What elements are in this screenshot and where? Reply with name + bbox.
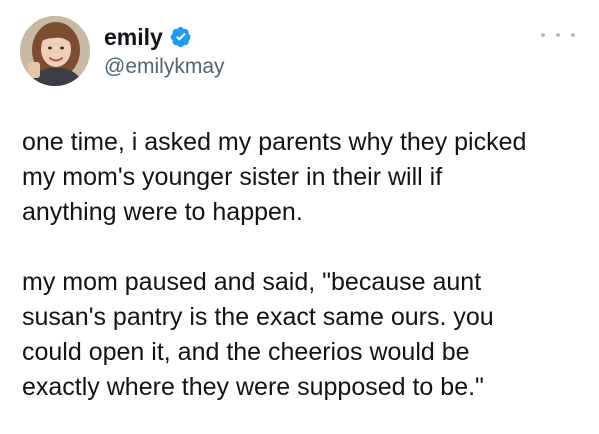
more-horizontal-icon[interactable] bbox=[541, 28, 575, 42]
tweet-line: could open it, and the cheerios would be bbox=[22, 338, 470, 366]
avatar[interactable] bbox=[20, 16, 90, 86]
tweet-line: exactly where they were supposed to be." bbox=[22, 373, 484, 401]
dot-icon bbox=[556, 33, 560, 37]
dot-icon bbox=[571, 33, 575, 37]
verified-badge-icon bbox=[170, 26, 192, 48]
dot-icon bbox=[541, 33, 545, 37]
author-handle[interactable]: @emilykmay bbox=[104, 54, 225, 80]
tweet-line: anything were to happen. bbox=[22, 198, 303, 226]
tweet-text: one time, i asked my parents why they pi… bbox=[22, 125, 582, 405]
tweet-line: my mom paused and said, "because aunt bbox=[22, 268, 482, 296]
tweet-line: one time, i asked my parents why they pi… bbox=[22, 128, 527, 156]
tweet-paragraph: my mom paused and said, "because aunt su… bbox=[22, 265, 582, 405]
display-name[interactable]: emily bbox=[104, 23, 163, 51]
tweet-line: my mom's younger sister in their will if bbox=[22, 163, 443, 191]
author-name-row: emily bbox=[104, 23, 192, 51]
tweet-card: emily @emilykmay one time, i asked my pa… bbox=[0, 0, 599, 434]
tweet-paragraph: one time, i asked my parents why they pi… bbox=[22, 125, 582, 230]
tweet-line: susan's pantry is the exact same ours. y… bbox=[22, 303, 494, 331]
